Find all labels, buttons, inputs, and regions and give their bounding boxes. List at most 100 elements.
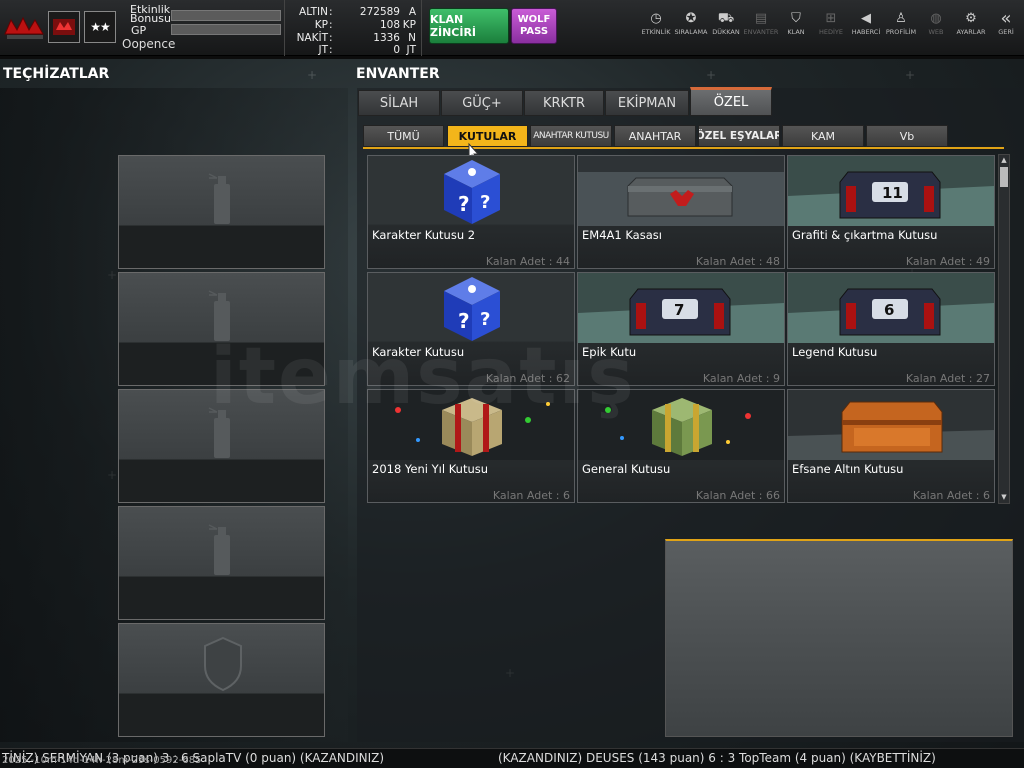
inventory-item[interactable]: 6 Legend Kutusu Kalan Adet : 27 <box>787 272 995 386</box>
tab-ekipman[interactable]: EKİPMAN <box>605 90 689 116</box>
clan-badge[interactable] <box>48 11 80 43</box>
rank-stars: ★★ <box>90 20 110 34</box>
subtab-anahtar-kutusu[interactable]: ANAHTAR KUTUSU <box>530 125 612 147</box>
inventory-item[interactable]: ? ? Karakter Kutusu Kalan Adet : 62 <box>367 272 575 386</box>
back-icon: « <box>1000 8 1012 29</box>
subtab-kutular[interactable]: KUTULAR <box>447 125 528 147</box>
inventory-icon: ▤ <box>754 11 768 26</box>
klan-zinciri-button[interactable]: KLAN ZİNCİRİ <box>429 8 509 44</box>
main-menu: ◷ ETKİNLİK ✪ SIRALAMA ⛟ DÜKKAN ▤ ENVANTER ⛉ K… <box>638 10 1024 40</box>
gift-icon: ⊞ <box>825 11 837 26</box>
header-divider <box>0 56 1024 59</box>
item-name: Legend Kutusu <box>792 345 878 359</box>
menu-ayarlar[interactable]: ⚙ AYARLAR <box>953 10 989 40</box>
subtab-ozel-esyalar[interactable]: ÖZEL EŞYALAR <box>698 125 780 147</box>
gp-bar <box>171 24 281 35</box>
equipment-slot-spray-2[interactable] <box>118 272 325 386</box>
klan-button-label: KLAN ZİNCİRİ <box>430 13 477 39</box>
shield-icon <box>204 636 242 692</box>
item-name: 2018 Yeni Yıl Kutusu <box>372 462 489 476</box>
item-name: Grafiti & çıkartma Kutusu <box>792 228 938 242</box>
equipment-slot-spray-1[interactable] <box>118 155 325 269</box>
cart-icon: ⛟ <box>717 11 735 26</box>
gear-icon: ⚙ <box>965 11 977 26</box>
inventory-item[interactable]: ? ? Karakter Kutusu 2 Kalan Adet : 44 <box>367 155 575 269</box>
scroll-thumb[interactable] <box>1000 167 1008 187</box>
item-count: Kalan Adet : 48 <box>695 255 780 268</box>
clan-shield-icon: ⛉ <box>791 11 801 26</box>
inventory-item[interactable]: General Kutusu Kalan Adet : 66 <box>577 389 785 503</box>
menu-envanter[interactable]: ▤ ENVANTER <box>743 10 779 40</box>
currency-kp: KP: 108 KP <box>314 19 416 31</box>
rank-badge: ★★ <box>84 11 116 43</box>
bonusu-label: Bonusu <box>130 12 171 25</box>
menu-haberci[interactable]: ◀ HABERCİ <box>848 10 884 40</box>
item-name: Efsane Altın Kutusu <box>792 462 904 476</box>
svg-text:?: ? <box>480 192 490 213</box>
gift-box-icon <box>368 390 574 460</box>
profile-icon: ♙ <box>895 11 907 26</box>
menu-hediye[interactable]: ⊞ HEDİYE <box>813 10 849 40</box>
spray-can-icon <box>208 290 230 341</box>
inventory-item[interactable]: 7 Epik Kutu Kalan Adet : 9 <box>577 272 785 386</box>
item-count: Kalan Adet : 62 <box>485 372 570 385</box>
blue-question-box-icon: ? ? <box>444 160 500 224</box>
blue-question-box-icon: ? ? <box>444 277 500 341</box>
equipment-slot-shield[interactable] <box>118 623 325 737</box>
menu-klan[interactable]: ⛉ KLAN <box>778 10 814 40</box>
item-count: Kalan Adet : 66 <box>695 489 780 502</box>
tab-krktr[interactable]: KRKTR <box>524 90 604 116</box>
item-info-panel <box>665 539 1013 737</box>
ticker-timestamp: 2025.-10m-14d-14h-28m-29s-0592-685 <box>2 755 202 766</box>
subtab-anahtar[interactable]: ANAHTAR <box>614 125 696 147</box>
scroll-down-icon[interactable]: ▼ <box>1000 493 1008 501</box>
currency-nakit: NAKİT: 1336 N <box>296 32 416 44</box>
scroll-up-icon[interactable]: ▲ <box>1000 156 1008 164</box>
item-count: Kalan Adet : 6 <box>492 489 570 502</box>
item-name: EM4A1 Kasası <box>582 228 662 242</box>
menu-geri[interactable]: «GERİ <box>988 10 1024 40</box>
metal-case-icon: 7 <box>578 273 784 343</box>
menu-web[interactable]: ◍ WEB <box>918 10 954 40</box>
bg-marker: + <box>307 68 318 82</box>
inventory-scrollbar[interactable]: ▲ ▼ <box>998 154 1010 504</box>
equipment-title: TEÇHİZATLAR <box>3 66 110 82</box>
menu-siralama[interactable]: ✪ SIRALAMA <box>673 10 709 40</box>
menu-etkinlik[interactable]: ◷ ETKİNLİK <box>638 10 674 40</box>
metal-case-icon: 11 <box>788 156 994 226</box>
equipment-slot-spray-3[interactable] <box>118 389 325 503</box>
top-bar: ★★ Etkinlik Bonusu GP Oopence ALTIN: 272… <box>0 0 1024 56</box>
currency-jt: JT: 0 JT <box>318 44 416 56</box>
username: Oopence <box>122 37 176 51</box>
stopwatch-icon: ◷ <box>650 11 662 26</box>
subtab-vb[interactable]: Vb <box>866 125 948 147</box>
globe-icon: ◍ <box>930 11 942 26</box>
equipment-slot-spray-4[interactable] <box>118 506 325 620</box>
subtab-tumu[interactable]: TÜMÜ <box>363 125 444 147</box>
menu-profilim[interactable]: ♙ PROFİLİM <box>883 10 919 40</box>
tab-ozel[interactable]: ÖZEL <box>690 87 772 116</box>
inventory-item[interactable]: 2018 Yeni Yıl Kutusu Kalan Adet : 6 <box>367 389 575 503</box>
inventory-title: ENVANTER <box>356 66 440 82</box>
bonus-bar <box>171 10 281 21</box>
menu-dukkan[interactable]: ⛟ DÜKKAN <box>708 10 744 40</box>
medal-icon: ✪ <box>685 11 697 26</box>
metal-case-icon: 6 <box>788 273 994 343</box>
inventory-item[interactable]: 11 Grafiti & çıkartma Kutusu Kalan Adet … <box>787 155 995 269</box>
inventory-item[interactable]: EM4A1 Kasası Kalan Adet : 48 <box>577 155 785 269</box>
svg-text:?: ? <box>480 309 490 330</box>
wolf-pass-button[interactable]: WOLF PASS <box>511 8 557 44</box>
megaphone-icon: ◀ <box>861 11 871 26</box>
item-name: Karakter Kutusu 2 <box>372 228 476 242</box>
inventory-item[interactable]: Efsane Altın Kutusu Kalan Adet : 6 <box>787 389 995 503</box>
bg-marker: + <box>706 68 717 82</box>
svg-text:?: ? <box>458 192 470 216</box>
item-count: Kalan Adet : 9 <box>702 372 780 385</box>
tab-silah[interactable]: SİLAH <box>358 90 440 116</box>
spray-can-icon <box>208 524 230 575</box>
svg-text:7: 7 <box>674 301 684 319</box>
ticker-right: (KAZANDINIZ) DEUSES (143 puan) 6 : 3 Top… <box>498 751 936 765</box>
currency-panel: ALTIN: 272589 A KP: 108 KP NAKİT: 1336 N… <box>284 0 422 56</box>
tab-guc[interactable]: GÜÇ+ <box>441 90 523 116</box>
subtab-kam[interactable]: KAM <box>782 125 864 147</box>
